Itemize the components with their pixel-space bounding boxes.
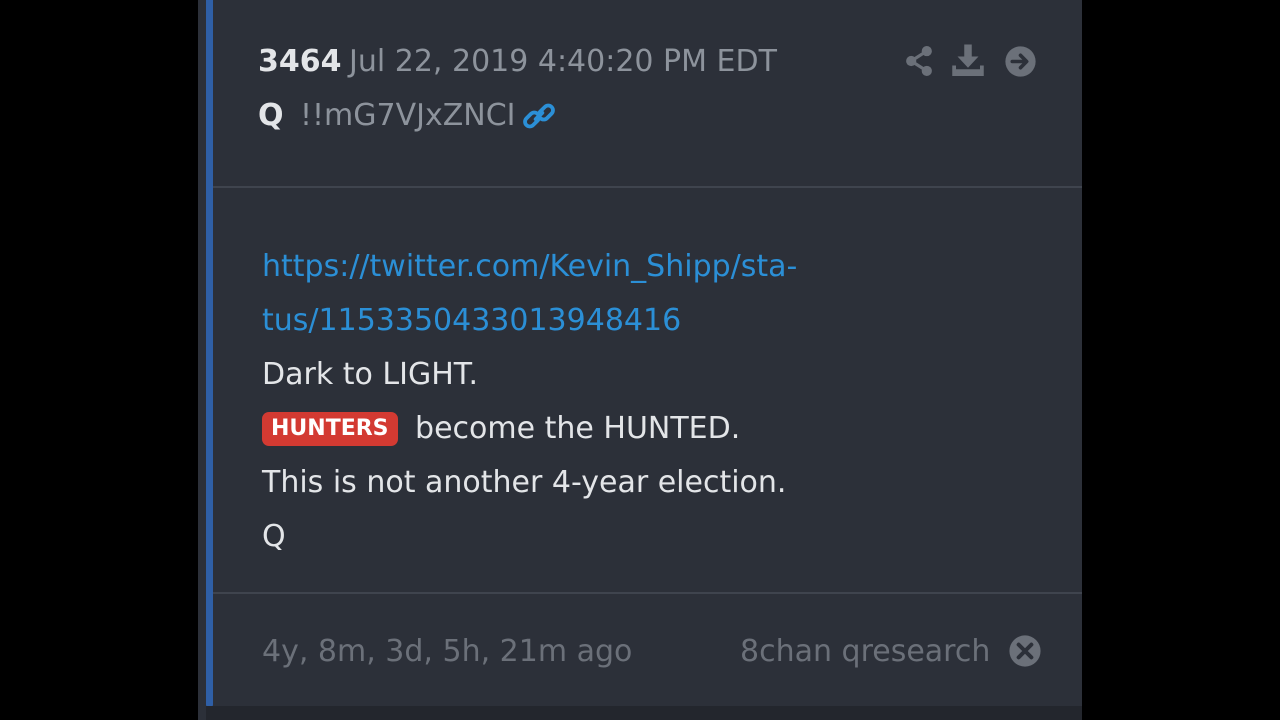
post-text-line: HUNTERS become the HUNTED. bbox=[262, 402, 740, 456]
close-circle-icon[interactable] bbox=[1008, 634, 1042, 668]
card-bottom-edge bbox=[206, 706, 1082, 720]
arrow-right-circle-icon[interactable] bbox=[1004, 45, 1037, 78]
highlight-tag: HUNTERS bbox=[262, 412, 398, 446]
post-accent-bar bbox=[206, 0, 213, 708]
header-divider bbox=[213, 186, 1082, 188]
tweet-link-line2[interactable]: tus/1153350433013948416 bbox=[262, 294, 681, 348]
download-icon[interactable] bbox=[950, 43, 986, 79]
post-text-line: This is not another 4-year election. bbox=[262, 465, 787, 500]
link-icon[interactable] bbox=[520, 97, 558, 135]
post-signature: Q bbox=[262, 519, 286, 554]
post-date: Jul 22, 2019 4:40:20 PM EDT bbox=[349, 44, 777, 79]
post-tripcode: !!mG7VJxZNCI bbox=[300, 98, 516, 133]
share-icon[interactable] bbox=[902, 44, 936, 78]
post-text-line: Dark to LIGHT. bbox=[262, 357, 479, 392]
post-header bbox=[213, 0, 1082, 187]
tweet-link-line1[interactable]: https://twitter.com/Kevin_Shipp/sta- bbox=[262, 240, 797, 294]
post-number: 3464 bbox=[258, 44, 342, 79]
post-time-ago: 4y, 8m, 3d, 5h, 21m ago bbox=[262, 634, 633, 669]
post-author: Q bbox=[258, 98, 284, 133]
post-source: 8chan qresearch bbox=[740, 634, 991, 669]
tweet-link-continued[interactable]: tus/1153350433013948416 bbox=[262, 303, 681, 338]
tweet-link[interactable]: https://twitter.com/Kevin_Shipp/sta- bbox=[262, 249, 797, 284]
footer-divider bbox=[213, 592, 1082, 594]
post-text-fragment: become the HUNTED. bbox=[405, 411, 741, 446]
